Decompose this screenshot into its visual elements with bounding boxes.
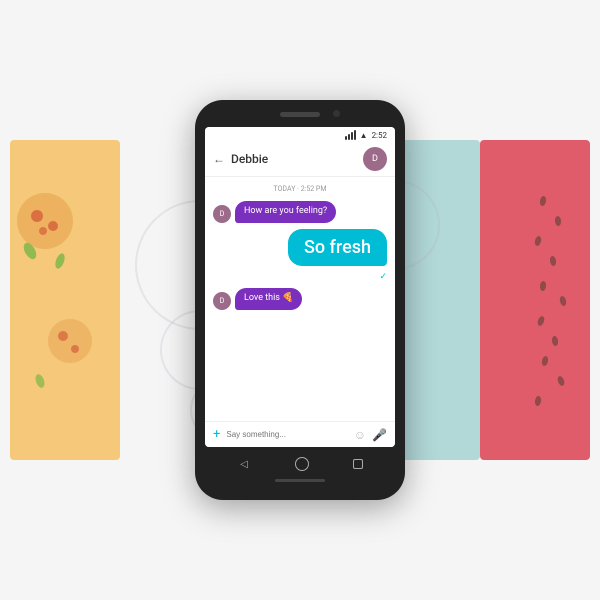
nav-home-button[interactable] xyxy=(295,457,309,471)
status-time: 2:52 xyxy=(372,131,387,140)
chat-area: TODAY · 2:52 PM D How are you feeling? S… xyxy=(205,177,395,421)
message-bubble-outgoing: So fresh xyxy=(288,229,387,266)
nav-back-button[interactable]: ◁ xyxy=(237,457,251,471)
left-strip xyxy=(10,140,120,460)
message-row-incoming-2: D Love this 🍕 xyxy=(213,288,387,310)
contact-avatar[interactable]: D xyxy=(363,147,387,171)
emoji-icon[interactable]: ☺ xyxy=(354,428,366,442)
nav-recent-button[interactable] xyxy=(353,459,363,469)
right-strip xyxy=(480,140,590,460)
phone-speaker xyxy=(280,112,320,117)
phone-nav-bar: ◁ xyxy=(195,449,405,479)
signal-icon xyxy=(345,130,356,140)
message-status: ✓ xyxy=(379,272,387,282)
chat-timestamp: TODAY · 2:52 PM xyxy=(213,185,387,193)
phone-screen: ▲ 2:52 ← Debbie D TODAY · 2:52 PM D How … xyxy=(205,127,395,447)
message-bubble-incoming-2: Love this 🍕 xyxy=(235,288,302,310)
mic-icon[interactable]: 🎤 xyxy=(372,428,387,442)
contact-name: Debbie xyxy=(231,152,363,166)
signal-bar-1 xyxy=(345,136,347,140)
phone-bottom-bar xyxy=(275,479,325,482)
add-icon[interactable]: + xyxy=(213,427,220,442)
message-row-incoming-1: D How are you feeling? xyxy=(213,201,387,223)
sender-avatar-2: D xyxy=(213,292,231,310)
sender-avatar-1: D xyxy=(213,205,231,223)
message-input[interactable] xyxy=(226,430,347,439)
signal-bar-2 xyxy=(348,134,350,140)
signal-bar-3 xyxy=(351,132,353,140)
check-icon: ✓ xyxy=(379,272,387,282)
phone-camera xyxy=(333,110,340,117)
app-header: ← Debbie D xyxy=(205,142,395,177)
message-bubble-incoming-1: How are you feeling? xyxy=(235,201,336,223)
input-bar: + ☺ 🎤 xyxy=(205,421,395,447)
status-bar: ▲ 2:52 xyxy=(205,127,395,142)
wifi-icon: ▲ xyxy=(360,131,368,140)
back-button[interactable]: ← xyxy=(213,152,225,166)
message-row-outgoing: So fresh ✓ xyxy=(213,229,387,282)
phone: ▲ 2:52 ← Debbie D TODAY · 2:52 PM D How … xyxy=(195,100,405,500)
signal-bar-4 xyxy=(354,130,356,140)
